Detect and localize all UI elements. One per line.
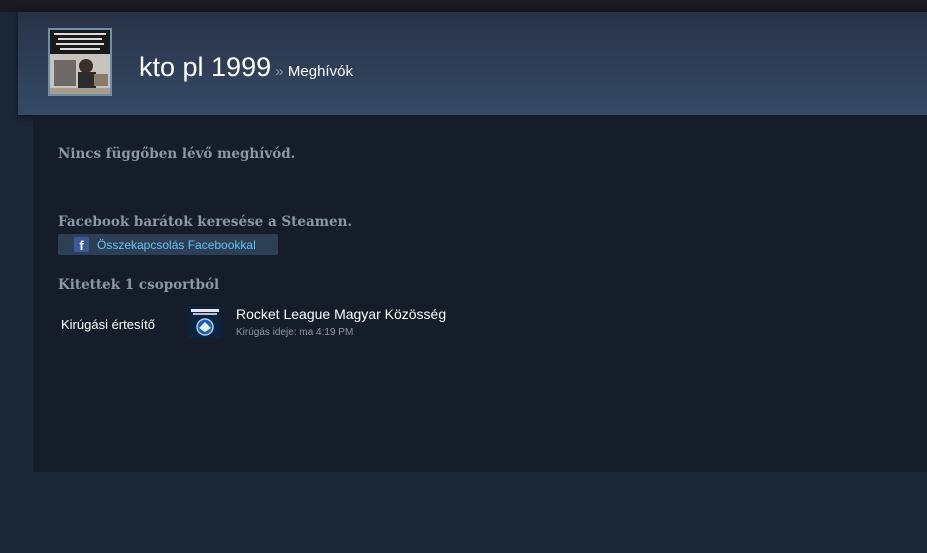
invites-content: Nincs függőben lévő meghívód. Facebook b…	[33, 115, 927, 472]
profile-avatar[interactable]	[48, 28, 112, 96]
group-name-link[interactable]: Rocket League Magyar Közösség	[236, 306, 446, 322]
facebook-connect-label: Összekapcsolás Facebookkal	[97, 237, 256, 252]
profile-header: kto pl 1999» Meghívók	[18, 12, 927, 115]
breadcrumb-invites: Meghívók	[287, 63, 353, 80]
no-pending-invites-text: Nincs függőben lévő meghívód.	[58, 146, 296, 162]
kick-date: Kirúgás ideje: ma 4:19 PM	[236, 327, 354, 338]
facebook-connect-button[interactable]: f Összekapcsolás Facebookkal	[58, 234, 278, 255]
kicked-heading: Kitettek 1 csoportból	[58, 277, 220, 293]
facebook-heading: Facebook barátok keresése a Steamen.	[58, 214, 353, 230]
persona-name[interactable]: kto pl 1999	[139, 52, 271, 82]
page-title: kto pl 1999» Meghívók	[139, 52, 353, 83]
facebook-icon: f	[74, 237, 89, 252]
kick-notice-row: Kirúgási értesítő Rocket League Magyar K…	[61, 305, 661, 345]
top-strip	[0, 0, 927, 12]
breadcrumb-separator: »	[275, 63, 284, 80]
group-avatar[interactable]	[189, 306, 221, 338]
kick-notice-label: Kirúgási értesítő	[61, 317, 155, 332]
